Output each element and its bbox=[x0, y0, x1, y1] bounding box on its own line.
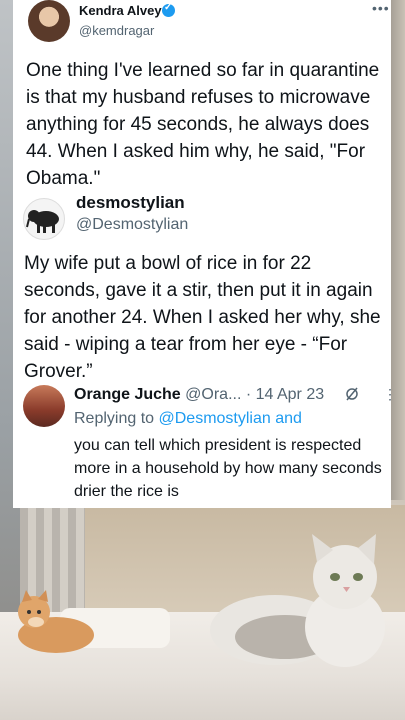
more-options-icon[interactable]: ••• bbox=[372, 0, 390, 16]
grok-icon[interactable] bbox=[345, 387, 359, 401]
author-name[interactable]: desmostylian bbox=[76, 193, 185, 213]
replying-to-link[interactable]: @Desmostylian and bbox=[159, 410, 302, 427]
avatar[interactable] bbox=[23, 198, 65, 240]
avatar[interactable] bbox=[28, 0, 70, 42]
reply-header: Orange Juche @Ora... · 14 Apr 23 bbox=[74, 386, 324, 404]
avatar[interactable] bbox=[23, 385, 65, 427]
author-handle[interactable]: @kemdragar bbox=[79, 23, 154, 38]
verified-badge-icon bbox=[162, 2, 175, 17]
author-handle[interactable]: @Desmostylian bbox=[76, 216, 188, 234]
author-name[interactable]: Orange Juche bbox=[74, 386, 181, 403]
grey-cat-image bbox=[210, 534, 385, 667]
tweet-text: One thing I've learned so far in quarant… bbox=[26, 60, 380, 189]
author-name[interactable]: Kendra Alvey bbox=[79, 3, 162, 18]
desmostylian-icon bbox=[26, 210, 59, 233]
reply-text: you can tell which president is respecte… bbox=[74, 437, 382, 500]
tweet-text: My wife put a bowl of rice in for 22 sec… bbox=[24, 253, 381, 382]
replying-to: Replying to @Desmostylian and bbox=[74, 410, 302, 428]
replying-prefix: Replying to bbox=[74, 410, 159, 427]
more-options-icon[interactable]: ⋮ bbox=[383, 386, 397, 403]
author-handle-and-date: @Ora... · 14 Apr 23 bbox=[180, 386, 325, 403]
orange-kitten-image bbox=[18, 590, 94, 653]
